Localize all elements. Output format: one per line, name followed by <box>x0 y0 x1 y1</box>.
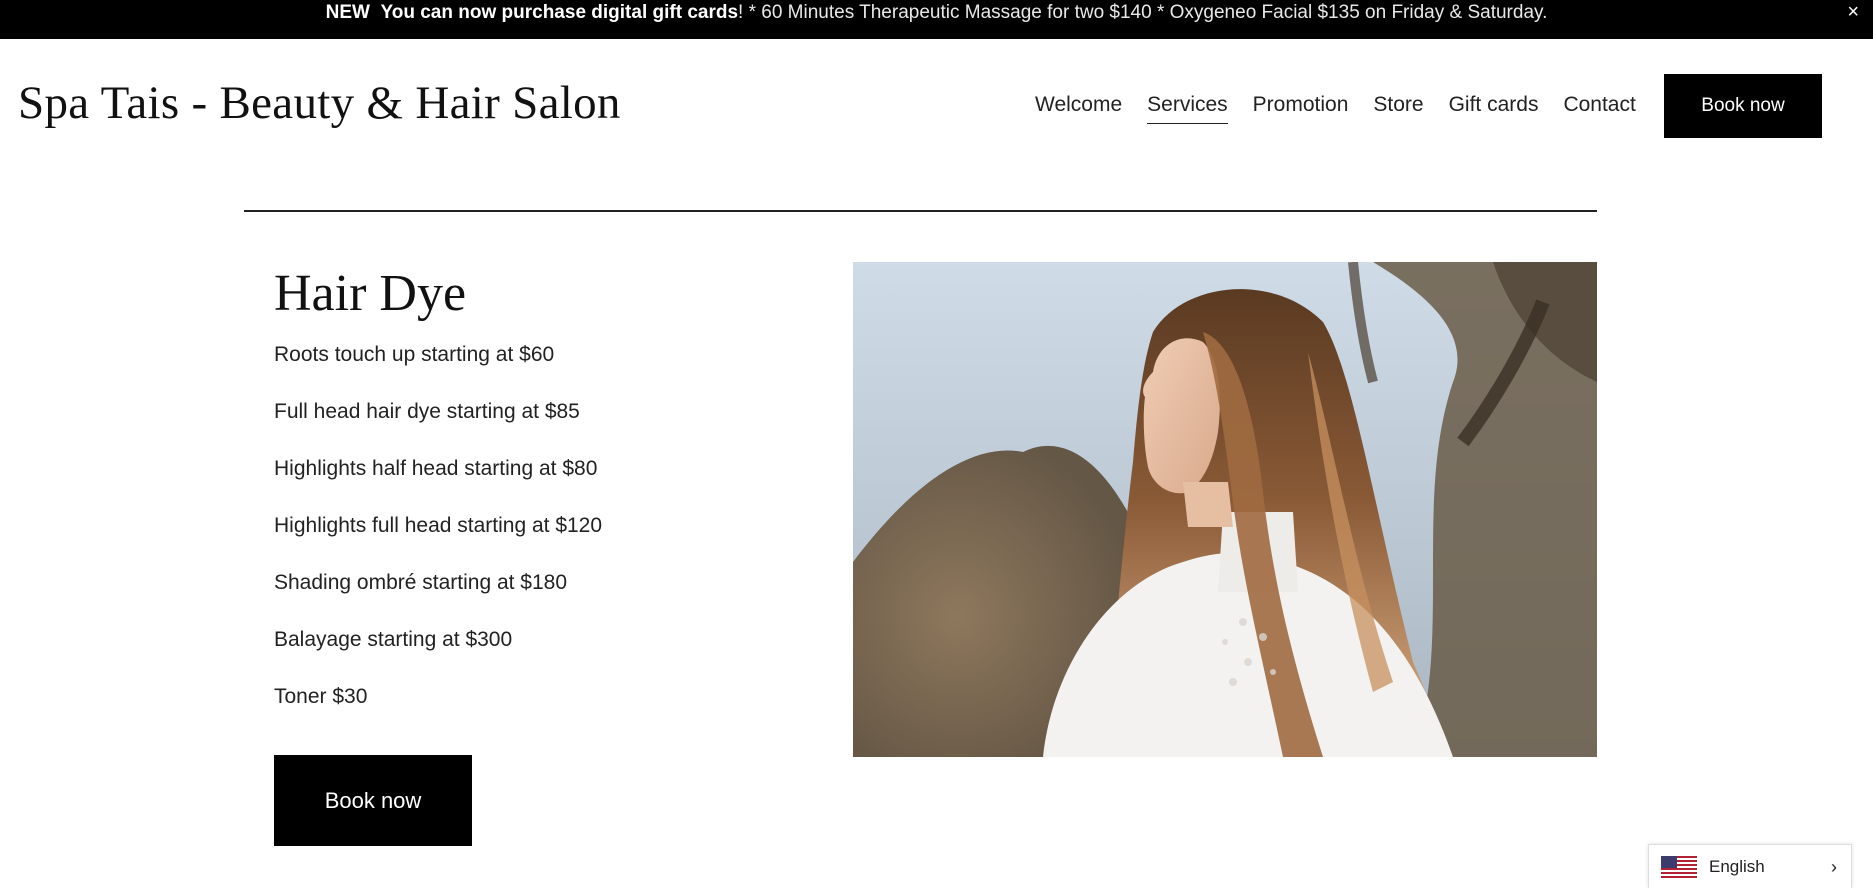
site-header: Spa Tais - Beauty & Hair Salon Welcome S… <box>0 39 1873 171</box>
announcement-details: ! * 60 Minutes Therapeutic Massage for t… <box>738 2 1548 23</box>
announcement-text: NEW You can now purchase digital gift ca… <box>326 0 1548 26</box>
price-item: Highlights full head starting at $120 <box>274 514 603 537</box>
close-icon[interactable]: × <box>1847 0 1859 24</box>
price-item: Full head hair dye starting at $85 <box>274 400 580 423</box>
announcement-bar: NEW You can now purchase digital gift ca… <box>0 0 1873 39</box>
section-divider <box>244 210 1597 212</box>
language-selector[interactable]: English › <box>1648 844 1852 888</box>
service-title: Hair Dye <box>274 265 467 322</box>
nav-gift-cards[interactable]: Gift cards <box>1449 91 1539 124</box>
price-item: Roots touch up starting at $60 <box>274 343 555 366</box>
hair-model-photo <box>853 262 1597 757</box>
price-item: Shading ombré starting at $180 <box>274 571 568 594</box>
us-flag-icon <box>1661 856 1697 880</box>
main-nav: Welcome Services Promotion Store Gift ca… <box>1035 91 1661 124</box>
announcement-highlight: You can now purchase digital gift cards <box>380 2 739 23</box>
price-item: Balayage starting at $300 <box>274 628 513 651</box>
price-item: Toner $30 <box>274 685 368 708</box>
nav-services[interactable]: Services <box>1147 91 1228 124</box>
announcement-new-label: NEW <box>325 2 370 23</box>
chevron-right-icon: › <box>1831 857 1837 877</box>
nav-welcome[interactable]: Welcome <box>1035 91 1122 124</box>
site-logo[interactable]: Spa Tais - Beauty & Hair Salon <box>18 77 621 129</box>
price-list: Roots touch up starting at $60 Full head… <box>274 340 794 712</box>
price-item: Highlights half head starting at $80 <box>274 457 598 480</box>
service-book-now-button[interactable]: Book now <box>274 755 472 846</box>
nav-promotion[interactable]: Promotion <box>1253 91 1349 124</box>
language-label: English <box>1709 857 1765 876</box>
nav-store[interactable]: Store <box>1373 91 1423 124</box>
nav-contact[interactable]: Contact <box>1563 91 1635 124</box>
service-details: Hair Dye Roots touch up starting at $60 … <box>274 262 794 739</box>
hair-model-illustration <box>853 262 1597 757</box>
header-book-now-button[interactable]: Book now <box>1664 74 1822 138</box>
